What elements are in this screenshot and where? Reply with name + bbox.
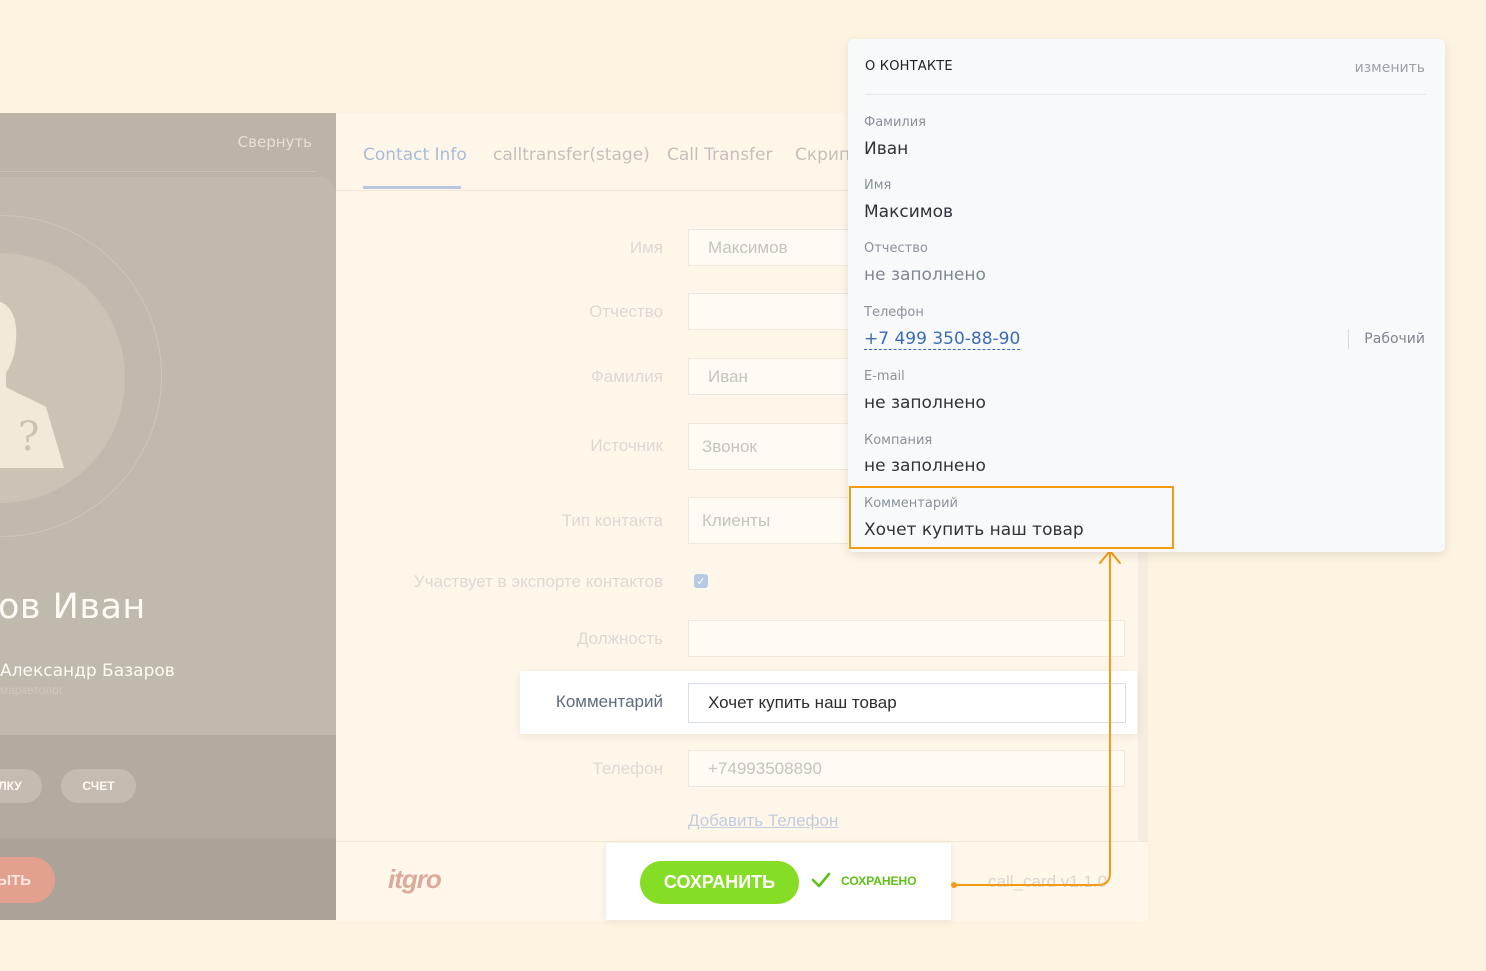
actions-band: [0, 735, 336, 838]
popup-phone-link[interactable]: +7 499 350-88-90: [864, 329, 1021, 350]
left-profile-panel: Свернуть ? ов Иван Александр Базаров мар…: [0, 113, 336, 920]
tab-calltransfer-stage[interactable]: calltransfer(stage): [493, 145, 650, 165]
user-silhouette-icon: ?: [0, 301, 64, 468]
close-button[interactable]: ЫТЬ: [0, 857, 55, 903]
contact-name: ов Иван: [0, 587, 146, 627]
svg-text:?: ?: [18, 414, 39, 460]
add-phone-link[interactable]: Добавить Телефон: [688, 811, 838, 831]
owner-role: маркетолог: [0, 683, 64, 697]
owner-name[interactable]: Александр Базаров: [0, 661, 175, 681]
first-name-label: Имя: [629, 238, 663, 257]
itgro-logo: itgro: [388, 864, 442, 894]
popup-first-name-value: Максимов: [864, 202, 953, 222]
tab-contact-info[interactable]: Contact Info: [363, 145, 467, 165]
popup-comment-label: Комментарий: [864, 496, 958, 511]
source-label: Источник: [590, 436, 663, 455]
version-label: call_card v1.1.0: [988, 872, 1108, 891]
popup-phone-label: Телефон: [864, 305, 924, 320]
saved-status: СОХРАНЕНО: [841, 874, 917, 888]
export-label: Участвует в экспорте контактов: [413, 572, 663, 591]
create-invoice-button[interactable]: СЧЕТ: [61, 769, 136, 803]
phone-type-divider: [1348, 329, 1349, 349]
active-tab-indicator: [363, 186, 461, 189]
last-name-label: Фамилия: [590, 367, 663, 386]
comment-input[interactable]: Хочет купить наш товар: [688, 683, 1126, 723]
save-button[interactable]: СОХРАНИТЬ: [640, 861, 799, 904]
export-checkbox[interactable]: ✓: [694, 574, 708, 588]
tab-call-transfer[interactable]: Call Transfer: [667, 145, 773, 165]
phone-input[interactable]: +74993508890: [688, 750, 1125, 787]
popup-first-name-label: Имя: [864, 178, 892, 193]
collapse-link[interactable]: Свернуть: [238, 133, 312, 151]
panel-divider: [0, 171, 316, 172]
comment-row-highlight: Комментарий Хочет купить наш товар: [520, 671, 1137, 734]
popup-last-name-label: Фамилия: [864, 115, 926, 130]
edit-link[interactable]: изменить: [1355, 60, 1425, 76]
popup-company-value: не заполнено: [864, 456, 986, 476]
check-icon: [811, 872, 831, 888]
comment-label: Комментарий: [555, 692, 663, 711]
phone-label: Телефон: [592, 759, 663, 778]
phone-type: Рабочий: [1364, 331, 1425, 347]
popup-title: О КОНТАКТЕ: [865, 59, 953, 74]
popup-email-value: не заполнено: [864, 393, 986, 413]
checkbox-checked-icon: ✓: [696, 575, 706, 588]
popup-middle-name-label: Отчество: [864, 241, 928, 256]
position-label: Должность: [576, 629, 663, 648]
contact-type-label: Тип контакта: [561, 511, 663, 530]
contact-info-popup: О КОНТАКТЕ изменить Фамилия Иван Имя Мак…: [848, 39, 1445, 552]
middle-name-label: Отчество: [589, 302, 663, 321]
popup-middle-name-value: не заполнено: [864, 265, 986, 285]
popup-divider: [865, 94, 1426, 95]
save-bar-highlight: СОХРАНИТЬ СОХРАНЕНО: [606, 843, 951, 920]
popup-email-label: E-mail: [864, 369, 905, 384]
popup-comment-value: Хочет купить наш товар: [864, 520, 1084, 540]
popup-last-name-value: Иван: [864, 139, 909, 159]
create-deal-button[interactable]: ЕЛКУ: [0, 769, 42, 803]
position-input[interactable]: [688, 620, 1125, 657]
popup-company-label: Компания: [864, 433, 933, 448]
